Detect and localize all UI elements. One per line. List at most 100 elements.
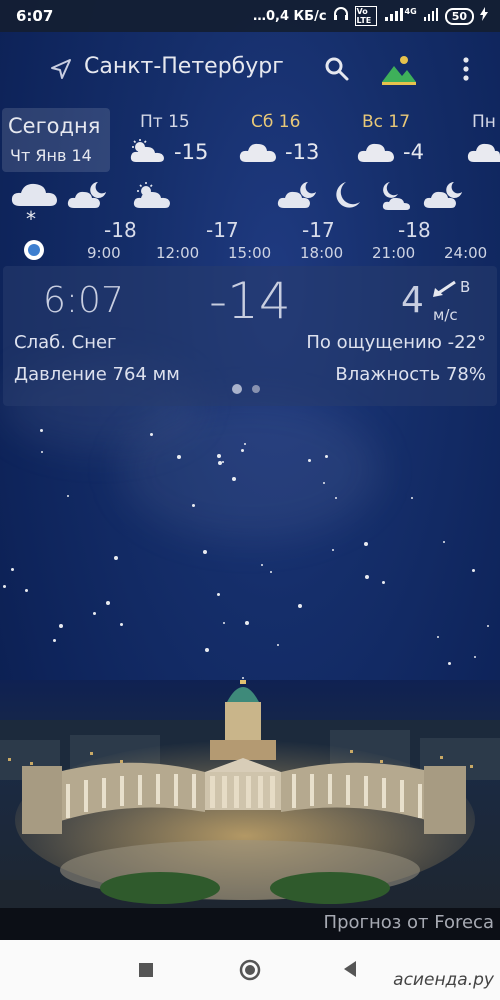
snowflake <box>298 604 302 608</box>
cloud-moon-icon <box>422 180 466 214</box>
location-arrow-icon[interactable] <box>50 58 72 84</box>
humidity-text: Влажность 78% <box>335 364 486 385</box>
day-saturday[interactable]: Сб 16 <box>251 112 300 132</box>
snowflake <box>150 433 153 436</box>
back-icon[interactable] <box>342 960 358 982</box>
day-today[interactable]: Сегодня Чт Янв 14 <box>2 108 110 172</box>
partly-cloudy-day-icon <box>128 138 168 168</box>
network-speed: …0,4 КБ/с <box>253 8 327 24</box>
status-bar: 6:07 …0,4 КБ/с Vo LTE 4G 50 <box>0 0 500 32</box>
current-temperature: -14 <box>209 272 291 330</box>
snowflake <box>332 549 334 551</box>
day-today-date: Чт Янв 14 <box>10 146 92 165</box>
cloud-moon-icon <box>376 180 412 216</box>
cloud-moon-icon <box>66 180 110 214</box>
snowflake <box>241 449 244 452</box>
snowflake <box>411 497 413 499</box>
snowflake <box>261 564 263 566</box>
snowflake <box>93 612 96 615</box>
snowflake <box>217 454 221 458</box>
signal-icon <box>383 7 405 25</box>
snowflake <box>59 624 63 628</box>
snowflake <box>223 622 225 624</box>
snowflake <box>222 461 224 463</box>
watermark: асиенда.ру <box>393 970 494 990</box>
day-name: Сб 16 <box>251 112 301 132</box>
day-temp: -13 <box>285 140 320 164</box>
signal-label: 4G <box>404 6 417 16</box>
daily-forecast-strip: Сегодня Чт Янв 14 Пт 15 -15 Сб 16 -13 Вс… <box>0 108 500 172</box>
snowflake <box>203 550 207 554</box>
day-sunday[interactable]: Вс 17 <box>362 112 410 132</box>
snowflake <box>474 656 476 658</box>
landscape-icon[interactable] <box>380 52 418 86</box>
hour-time: 24:00 <box>444 244 488 262</box>
snowflake <box>487 625 489 627</box>
snowflake <box>382 581 385 584</box>
city-name[interactable]: Санкт-Петербург <box>84 54 284 79</box>
forecast-credit-bar: Прогноз от Foreca <box>0 908 500 940</box>
search-icon[interactable] <box>322 54 352 84</box>
snowflake <box>217 593 220 596</box>
forecast-credit[interactable]: Прогноз от Foreca <box>324 912 494 933</box>
headphones-icon <box>333 7 349 25</box>
condition-text: Слаб. Снег <box>14 332 117 353</box>
status-icons: …0,4 КБ/с Vo LTE 4G 50 <box>253 6 488 26</box>
day-monday[interactable]: Пн <box>472 112 496 132</box>
system-navigation-bar: асиенда.ру <box>0 940 500 1000</box>
snowflake <box>242 677 244 679</box>
hourly-forecast-strip: * -18 9:00 12:00 -17 15:00 -17 18:00 -18… <box>0 172 500 264</box>
cloud-icon <box>466 138 500 168</box>
snowflake <box>232 477 236 481</box>
day-today-label: Сегодня <box>8 114 101 138</box>
snowflake <box>335 497 337 499</box>
more-vert-icon[interactable] <box>456 54 476 86</box>
snowflake <box>472 569 475 572</box>
snowflake <box>41 451 43 453</box>
charging-icon <box>480 7 488 25</box>
snowflake <box>67 495 69 497</box>
snowflake <box>277 644 279 646</box>
kazan-cathedral-illustration <box>0 674 500 910</box>
snowflake <box>177 455 181 459</box>
snowflake <box>323 482 325 484</box>
signal-icon-2 <box>423 7 439 25</box>
snowflake <box>192 504 195 507</box>
moon-icon <box>330 180 362 216</box>
day-temp: -4 <box>403 140 424 164</box>
weather-screen: 6:07 …0,4 КБ/с Vo LTE 4G 50 Санкт-Петерб… <box>0 0 500 1000</box>
snowflake <box>53 639 56 642</box>
wind-unit: м/с <box>433 306 458 324</box>
day-name: Вс 17 <box>362 112 411 132</box>
wind-speed: 4 <box>401 280 424 321</box>
feels-like-text: По ощущению -22° <box>306 332 486 353</box>
day-name: Пн <box>472 112 496 132</box>
snowflake <box>365 575 369 579</box>
page-indicator <box>232 384 260 394</box>
snowflake <box>3 585 6 588</box>
cloud-moon-icon <box>276 180 320 214</box>
snowflake <box>218 461 222 465</box>
recent-apps-icon[interactable] <box>138 962 154 982</box>
home-icon[interactable] <box>238 958 262 986</box>
snowflake <box>205 648 209 652</box>
pressure-text: Давление 764 мм <box>14 364 180 385</box>
wind-direction-icon <box>431 280 457 304</box>
current-hour-marker <box>24 240 44 260</box>
cloud-icon <box>356 138 396 168</box>
day-temp: -15 <box>174 140 209 164</box>
snowflake <box>40 429 43 432</box>
hour-time: 18:00 <box>300 244 344 262</box>
snowflake <box>25 589 28 592</box>
page-dot-active <box>232 384 242 394</box>
day-friday[interactable]: Пт 15 <box>140 112 190 132</box>
snowflake <box>245 621 249 625</box>
hour-time: 12:00 <box>156 244 200 262</box>
snowflake <box>448 662 451 665</box>
hour-temp: -18 <box>398 218 431 242</box>
hour-temp: -18 <box>104 218 137 242</box>
snowflake <box>270 571 272 573</box>
hour-time: 9:00 <box>87 244 121 262</box>
snowflake <box>120 623 123 626</box>
volte-badge: Vo LTE <box>354 6 377 26</box>
